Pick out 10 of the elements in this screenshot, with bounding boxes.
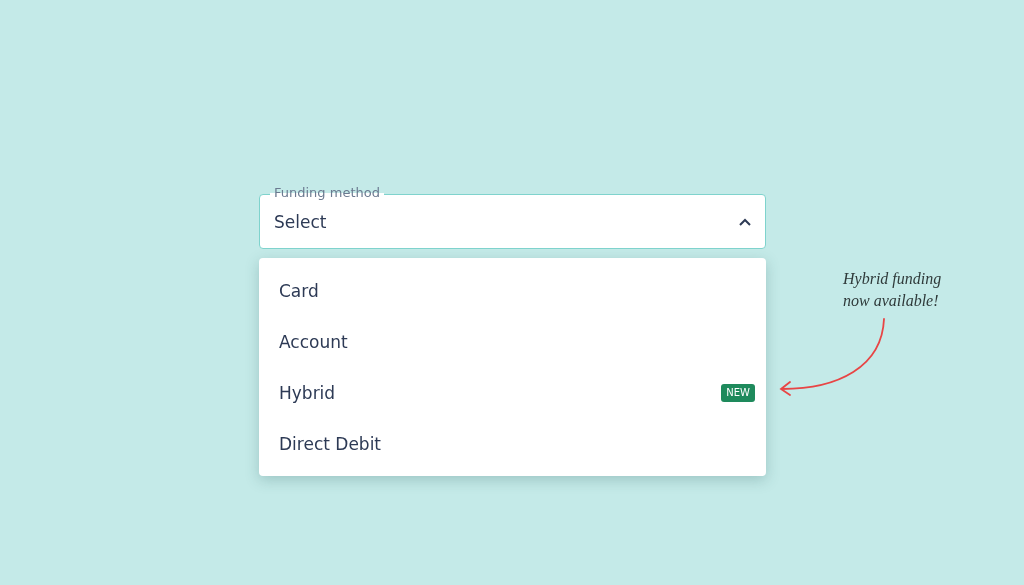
menu-option[interactable]: Hybrid NEW	[259, 367, 766, 418]
annotation-text: Hybrid funding now available!	[843, 269, 943, 311]
curved-arrow-icon	[778, 317, 888, 397]
menu-option[interactable]: Card	[259, 265, 766, 316]
field-label: Funding method	[270, 184, 384, 202]
menu-option[interactable]: Account	[259, 316, 766, 367]
new-badge: NEW	[721, 383, 755, 402]
menu-option[interactable]: Direct Debit	[259, 418, 766, 469]
chevron-icon	[739, 217, 751, 226]
select-value: Select	[274, 211, 327, 232]
